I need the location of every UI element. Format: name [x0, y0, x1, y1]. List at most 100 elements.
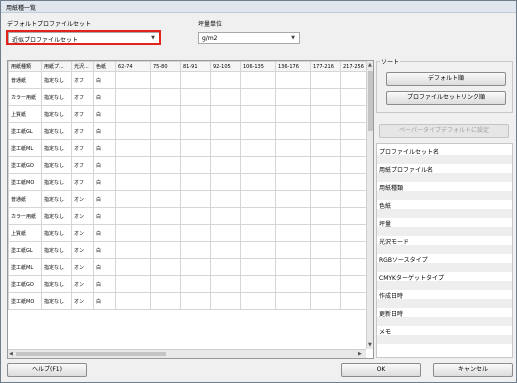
profile-link-order-button[interactable]: プロファイルセットリンク順 — [386, 91, 506, 105]
table-cell — [240, 88, 276, 106]
table-cell — [240, 190, 276, 208]
default-profile-set-label: デフォルトプロファイルセット — [7, 21, 92, 28]
table-row[interactable]: 塗工紙MO 指定なし オフ白 — [8, 173, 371, 191]
table-cell — [210, 156, 241, 174]
table-cell — [310, 139, 341, 157]
set-paper-type-default-button[interactable]: ペーパータイプデフォルトに設定 — [379, 124, 509, 138]
table-cell: 指定なし — [41, 292, 72, 310]
table-row[interactable]: 塗工紙GO 指定なし オン白 — [8, 275, 371, 293]
table-cell — [310, 275, 341, 293]
ok-button[interactable]: OK — [341, 363, 421, 377]
column-header[interactable]: 色紙 — [93, 61, 116, 72]
table-cell — [310, 207, 341, 225]
property-value — [377, 209, 512, 218]
column-header[interactable]: 106-135 — [240, 61, 276, 72]
table-cell — [310, 241, 341, 259]
table-cell — [210, 139, 241, 157]
table-row[interactable]: 塗工紙ML 指定なし オフ白 — [8, 139, 371, 157]
table-cell — [180, 71, 211, 89]
column-header[interactable]: 136-176 — [275, 61, 311, 72]
scroll-thumb[interactable] — [368, 71, 373, 131]
table-cell — [210, 292, 241, 310]
table-cell: 塗工紙GL — [8, 122, 42, 140]
table-cell — [210, 241, 241, 259]
table-cell — [180, 105, 211, 123]
table-cell — [180, 139, 211, 157]
table-row[interactable]: 塗工紙MO 指定なし オン白 — [8, 292, 371, 310]
table-cell — [180, 88, 211, 106]
sort-group: ソート デフォルト順 プロファイルセットリンク順 — [376, 57, 513, 113]
horizontal-scrollbar[interactable]: ◀ ▶ — [8, 349, 366, 358]
table-cell — [180, 173, 211, 191]
table-cell: 白 — [93, 190, 116, 208]
table-row[interactable]: 上質紙 指定なし オン白 — [8, 224, 371, 242]
table-row[interactable]: 普通紙 指定なし オン白 — [8, 190, 371, 208]
table-cell — [150, 207, 181, 225]
column-header[interactable]: 177-216 — [310, 61, 341, 72]
table-row[interactable]: 塗工紙GL 指定なし オン白 — [8, 241, 371, 259]
table-cell: オン — [71, 258, 94, 276]
table-cell — [210, 122, 241, 140]
table-cell: オン — [71, 190, 94, 208]
table-cell: 指定なし — [41, 224, 72, 242]
property-label: RGBソースタイプ — [377, 254, 512, 264]
weight-unit-value: g/m2 — [202, 35, 218, 42]
title-bar: 用紙種一覧 — [1, 1, 516, 13]
table-cell — [310, 190, 341, 208]
table-cell — [150, 173, 181, 191]
table-cell — [275, 190, 311, 208]
table-cell — [115, 71, 151, 89]
property-label: メモ — [377, 326, 512, 336]
column-header[interactable]: 用紙種類 — [8, 61, 42, 72]
table-cell — [275, 224, 311, 242]
table-cell: 白 — [93, 224, 116, 242]
vertical-scrollbar[interactable]: ▲ ▼ — [366, 61, 373, 349]
table-cell — [150, 275, 181, 293]
column-header[interactable]: 81-91 — [180, 61, 211, 72]
scroll-left-icon[interactable]: ◀ — [9, 351, 13, 357]
table-cell — [240, 105, 276, 123]
table-cell: 普通紙 — [8, 71, 42, 89]
table-cell — [180, 241, 211, 259]
table-cell: 塗工紙MO — [8, 173, 42, 191]
cancel-button[interactable]: キャンセル — [433, 363, 513, 377]
table-cell — [310, 88, 341, 106]
table-cell — [210, 88, 241, 106]
column-header[interactable]: 75-80 — [150, 61, 181, 72]
table-row[interactable]: 塗工紙GL 指定なし オフ白 — [8, 122, 371, 140]
table-cell: オン — [71, 207, 94, 225]
table-row[interactable]: 普通紙 指定なし オフ白 — [8, 71, 371, 89]
table-row[interactable]: 塗工紙ML 指定なし オン白 — [8, 258, 371, 276]
paper-type-table: 用紙種類 用紙プ... 光沢... 色紙 62-74 75-80 81-91 92-105 10… — [7, 60, 374, 359]
column-header[interactable]: 用紙プ... — [41, 61, 72, 72]
paper-table: 用紙種類 用紙プ... 光沢... 色紙 62-74 75-80 81-91 92-105 10… — [8, 61, 371, 310]
table-row[interactable]: カラー用紙 指定なし オフ白 — [8, 88, 371, 106]
table-row[interactable]: カラー用紙 指定なし オン白 — [8, 207, 371, 225]
column-header[interactable]: 92-105 — [210, 61, 241, 72]
table-cell: 塗工紙GO — [8, 156, 42, 174]
table-cell: 白 — [93, 207, 116, 225]
table-cell: オフ — [71, 156, 94, 174]
scroll-thumb[interactable] — [16, 352, 166, 356]
scroll-down-icon[interactable]: ▼ — [368, 342, 372, 348]
table-row[interactable]: 塗工紙GO 指定なし オフ白 — [8, 156, 371, 174]
table-cell — [210, 224, 241, 242]
table-cell: 指定なし — [41, 122, 72, 140]
table-cell — [210, 105, 241, 123]
scroll-right-icon[interactable]: ▶ — [358, 351, 362, 357]
property-value — [377, 299, 512, 308]
scroll-up-icon[interactable]: ▲ — [368, 62, 372, 68]
default-order-button[interactable]: デフォルト順 — [386, 72, 506, 86]
column-header[interactable]: 光沢... — [71, 61, 94, 72]
table-cell — [240, 292, 276, 310]
table-cell — [115, 292, 151, 310]
table-cell — [310, 122, 341, 140]
table-cell — [180, 190, 211, 208]
table-cell — [240, 156, 276, 174]
weight-unit-select[interactable]: g/m2 ▼ — [198, 32, 300, 44]
property-value — [377, 191, 512, 200]
table-cell: 白 — [93, 241, 116, 259]
table-row[interactable]: 上質紙 指定なし オフ白 — [8, 105, 371, 123]
column-header[interactable]: 62-74 — [115, 61, 151, 72]
help-button[interactable]: ヘルプ(F1) — [7, 363, 87, 377]
